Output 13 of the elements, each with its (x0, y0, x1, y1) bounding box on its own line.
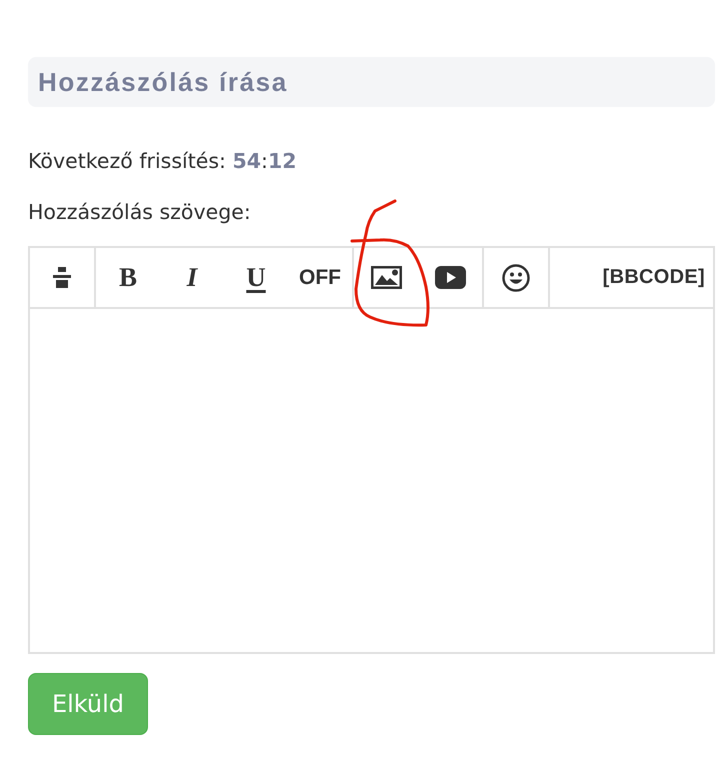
section-title: Hozzászólás írása (38, 66, 288, 98)
comment-label: Hozzászólás szövege: (28, 199, 251, 226)
italic-button[interactable]: I (160, 248, 224, 307)
underline-button[interactable]: U (224, 248, 288, 307)
image-icon (370, 266, 402, 289)
bbcode-mode-button[interactable]: [BBCODE] (592, 248, 713, 307)
refresh-label: Következő frissítés: (28, 149, 226, 173)
smiley-icon (502, 264, 530, 292)
off-button[interactable]: OFF (288, 248, 352, 307)
play-video-icon (434, 266, 466, 289)
stacked-bars-icon (53, 267, 71, 288)
refresh-countdown: 54:12 (232, 149, 296, 173)
bold-button[interactable]: B (96, 248, 160, 307)
